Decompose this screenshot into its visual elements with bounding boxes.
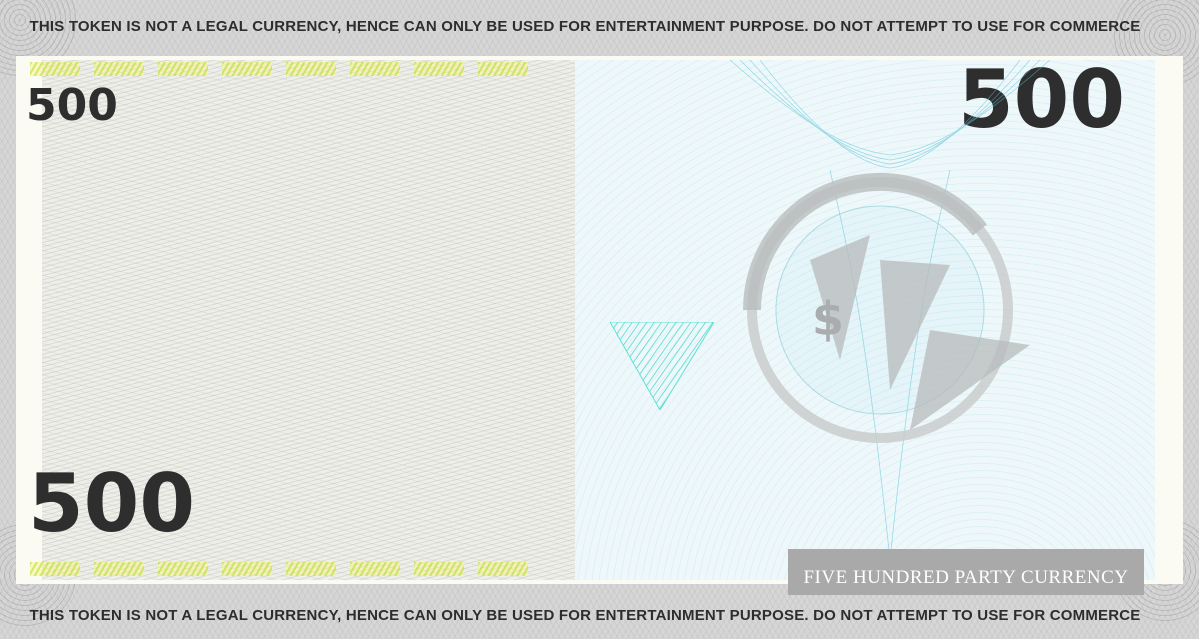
disclaimer-top: THIS TOKEN IS NOT A LEGAL CURRENCY, HENC…	[29, 18, 1141, 35]
currency-label: FIVE HUNDRED PARTY CURRENCY	[803, 567, 1129, 588]
currency-label-box: FIVE HUNDRED PARTY CURRENCY	[788, 549, 1144, 595]
teal-triangle-icon	[610, 322, 714, 410]
disclaimer-bottom: THIS TOKEN IS NOT A LEGAL CURRENCY, HENC…	[29, 607, 1141, 624]
security-strip-top	[30, 62, 528, 76]
denomination-bottom-left: 500	[28, 457, 195, 550]
dollar-symbol: $	[812, 292, 844, 346]
denomination-top-left: 500	[26, 80, 118, 131]
banknote: THIS TOKEN IS NOT A LEGAL CURRENCY, HENC…	[0, 0, 1199, 639]
security-strip-bottom	[30, 562, 528, 576]
coin-emblem-icon: $	[730, 60, 1050, 560]
